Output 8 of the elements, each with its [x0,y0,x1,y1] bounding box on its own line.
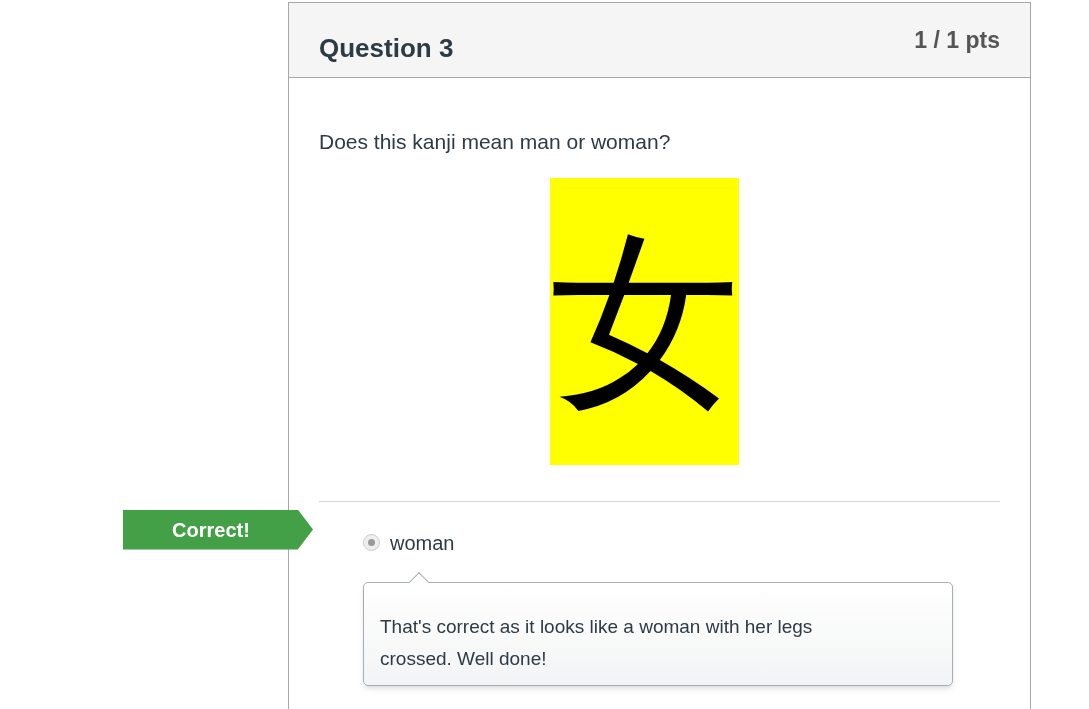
question-text: Does this kanji mean man or woman? [319,129,671,155]
points-label: 1 / 1 pts [914,26,1000,55]
feedback-text: That's correct as it looks like a woman with her legs crossed. Well done! [380,614,814,671]
question-title: Question 3 [319,32,454,65]
kanji-image: 女 [550,177,739,465]
correct-badge: Correct! [123,509,313,550]
radio-button[interactable] [363,534,380,551]
answer-label: woman [390,530,455,556]
